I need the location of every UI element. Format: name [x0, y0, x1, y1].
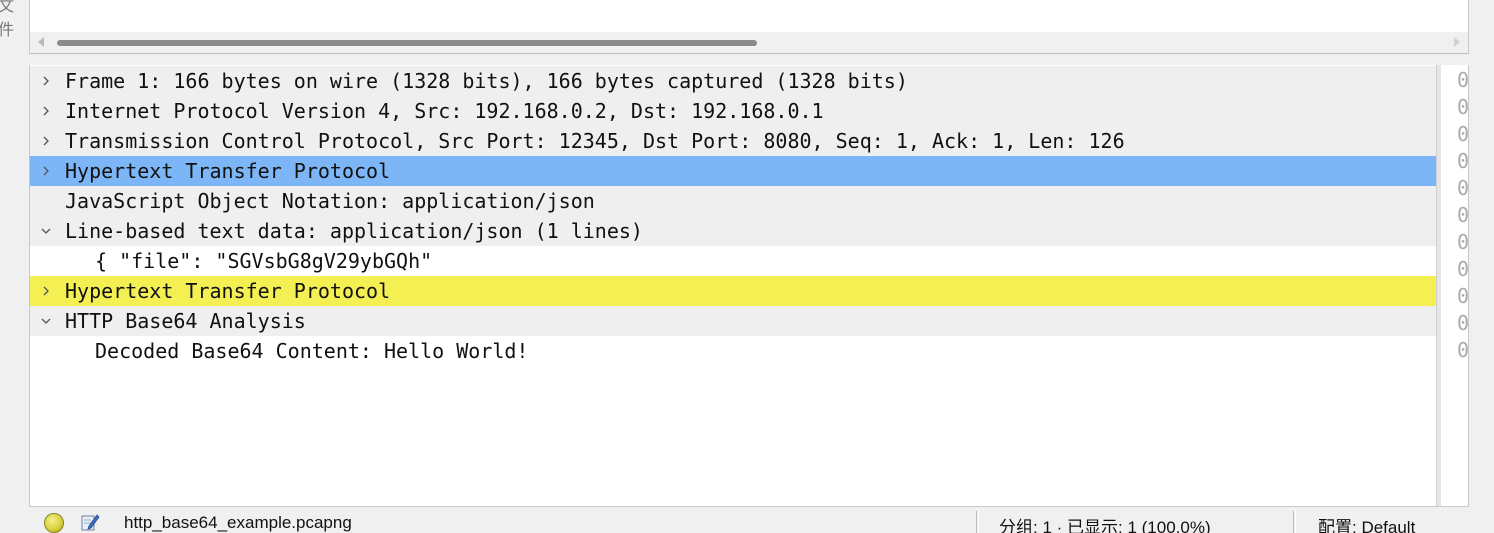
status-separator — [976, 511, 979, 533]
tree-row[interactable]: Frame 1: 166 bytes on wire (1328 bits), … — [30, 66, 1437, 96]
hex-byte-fragment: 0 — [1457, 338, 1469, 362]
menu-glyph-fragment: 文件 — [0, 0, 15, 39]
profile-switcher[interactable]: 配置: Default — [1318, 513, 1415, 533]
packet-list-horizontal-scrollbar[interactable] — [29, 32, 1469, 54]
chevron-right-icon[interactable] — [38, 66, 54, 96]
tree-row-label: Hypertext Transfer Protocol — [65, 159, 391, 183]
scroll-right-arrow-icon[interactable] — [1454, 37, 1460, 47]
packet-bytes-pane[interactable]: 0 0 0 0 0 0 0 0 0 0 0 — [1441, 65, 1469, 506]
hex-byte-fragment: 0 — [1457, 257, 1469, 281]
hex-byte-fragment: 0 — [1457, 311, 1469, 335]
tree-row[interactable]: HTTP Base64 Analysis — [30, 306, 1437, 336]
chevron-down-icon[interactable] — [38, 306, 54, 336]
hex-byte-fragment: 0 — [1457, 68, 1469, 92]
chevron-down-icon[interactable] — [38, 216, 54, 246]
hex-byte-fragment: 0 — [1457, 230, 1469, 254]
left-gutter: 文件 — [0, 0, 29, 533]
tree-row-label: Hypertext Transfer Protocol — [65, 279, 391, 303]
right-gutter — [1469, 0, 1494, 533]
packet-details-tree[interactable]: Frame 1: 166 bytes on wire (1328 bits), … — [29, 65, 1437, 506]
packet-count-status: 分组: 1 · 已显示: 1 (100.0%) — [999, 518, 1211, 533]
scroll-left-arrow-icon[interactable] — [38, 37, 44, 47]
tree-row-label: Decoded Base64 Content: Hello World! — [95, 339, 529, 363]
tree-row-label: Internet Protocol Version 4, Src: 192.16… — [65, 99, 824, 123]
tree-row[interactable]: JavaScript Object Notation: application/… — [30, 186, 1437, 216]
chevron-right-icon[interactable] — [38, 156, 54, 186]
capture-file-name: http_base64_example.pcapng — [124, 513, 352, 532]
status-separator — [1293, 511, 1296, 533]
capture-comment-edit-icon[interactable] — [80, 512, 100, 532]
chevron-right-icon[interactable] — [38, 126, 54, 156]
hex-byte-fragment: 0 — [1457, 122, 1469, 146]
tree-row[interactable]: Decoded Base64 Content: Hello World! — [30, 336, 1437, 366]
chevron-right-icon[interactable] — [38, 96, 54, 126]
tree-row[interactable]: { "file": "SGVsbG8gV29ybGQh" — [30, 246, 1437, 276]
pane-splitter[interactable] — [1436, 65, 1441, 506]
tree-row-label: { "file": "SGVsbG8gV29ybGQh" — [95, 249, 433, 273]
hex-byte-fragment: 0 — [1457, 149, 1469, 173]
hex-byte-fragment: 0 — [1457, 284, 1469, 308]
expert-info-indicator-icon[interactable] — [44, 513, 64, 533]
tree-row-label: Line-based text data: application/json (… — [65, 219, 643, 243]
tree-row-label: Transmission Control Protocol, Src Port:… — [65, 129, 1125, 153]
tree-row[interactable]: Hypertext Transfer Protocol — [30, 276, 1437, 306]
tree-row-label: Frame 1: 166 bytes on wire (1328 bits), … — [65, 69, 908, 93]
scrollbar-thumb[interactable] — [57, 40, 757, 46]
hex-byte-fragment: 0 — [1457, 203, 1469, 227]
hex-byte-fragment: 0 — [1457, 176, 1469, 200]
hex-byte-fragment: 0 — [1457, 95, 1469, 119]
tree-row[interactable]: Internet Protocol Version 4, Src: 192.16… — [30, 96, 1437, 126]
tree-row[interactable]: Hypertext Transfer Protocol — [30, 156, 1437, 186]
tree-row-label: HTTP Base64 Analysis — [65, 309, 306, 333]
packet-list-pane[interactable] — [29, 0, 1469, 32]
tree-row-label: JavaScript Object Notation: application/… — [65, 189, 595, 213]
chevron-right-icon[interactable] — [38, 276, 54, 306]
tree-row[interactable]: Transmission Control Protocol, Src Port:… — [30, 126, 1437, 156]
status-bar: http_base64_example.pcapng 分组: 1 · 已显示: … — [29, 506, 1469, 533]
tree-row[interactable]: Line-based text data: application/json (… — [30, 216, 1437, 246]
